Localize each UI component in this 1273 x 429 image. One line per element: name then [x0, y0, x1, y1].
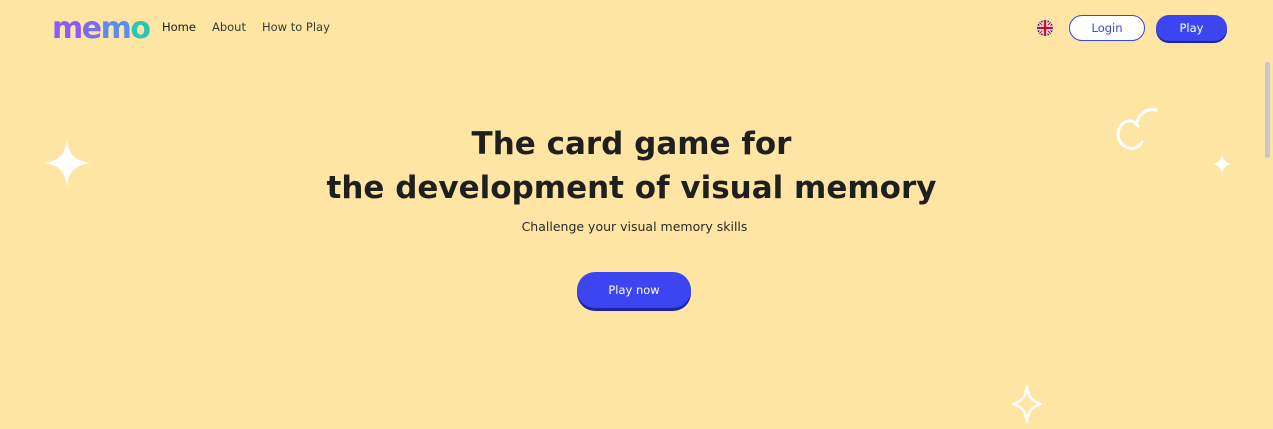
nav-about[interactable]: About: [212, 20, 246, 34]
play-button[interactable]: Play: [1156, 15, 1227, 41]
logo-letter: o: [130, 11, 151, 46]
scrollbar-thumb[interactable]: [1265, 62, 1270, 158]
play-now-button[interactable]: Play now: [577, 272, 691, 308]
uk-flag-icon[interactable]: [1037, 20, 1053, 36]
uk-flag-graphic: [1037, 20, 1053, 36]
page-scrollbar[interactable]: [1263, 0, 1273, 429]
page: m e m o Home About How to Play Login Pla…: [0, 0, 1273, 429]
logo-letter: m: [100, 11, 132, 46]
logo-letter: e: [81, 11, 102, 46]
hero-title-line-2: the development of visual memory: [326, 170, 937, 206]
main-nav: Home About How to Play: [162, 20, 330, 34]
memo-logo[interactable]: m e m o: [52, 10, 151, 46]
site-header: m e m o Home About How to Play Login Pla…: [0, 0, 1263, 56]
hero-title: The card game for the development of vis…: [0, 122, 1263, 210]
nav-how-to-play[interactable]: How to Play: [262, 20, 330, 34]
logo-letter: m: [52, 11, 83, 46]
hero-subtitle: Challenge your visual memory skills: [521, 219, 748, 234]
hero-title-line-1: The card game for: [471, 126, 792, 162]
sparkle-icon: [1011, 384, 1043, 424]
login-button[interactable]: Login: [1069, 15, 1145, 41]
nav-home[interactable]: Home: [162, 20, 196, 34]
